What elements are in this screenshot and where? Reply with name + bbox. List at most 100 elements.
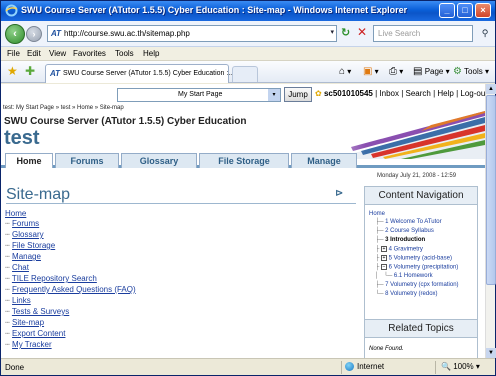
- sitemap-link[interactable]: TILE Repository Search: [12, 274, 97, 283]
- content-nav-label: 6 Volumetry (precipitation): [389, 265, 459, 271]
- content-nav-label: 1 Welcome To ATutor: [385, 219, 441, 225]
- list-item: ┄ File Storage: [5, 241, 55, 250]
- print-icon[interactable]: ⎙ ▾: [389, 66, 403, 77]
- content-nav-item[interactable]: ├─ 7 Volumetry (cpx formation): [375, 282, 459, 288]
- content-nav-label: 6.1 Homework: [394, 273, 433, 279]
- list-item: ┄ My Tracker: [5, 340, 52, 349]
- date-display: Monday July 21, 2008 - 12:59: [377, 173, 456, 179]
- zoom-level: 100%: [453, 362, 473, 371]
- tab-manage[interactable]: Manage: [291, 153, 357, 168]
- content-nav-item[interactable]: ├─ 2 Course Syllabus: [375, 228, 434, 234]
- tools-menu-button[interactable]: ⚙ Tools ▾: [453, 66, 489, 77]
- globe-icon: [345, 362, 354, 371]
- address-bar[interactable]: AT http://course.swu.ac.th/sitemap.php ▾: [47, 25, 337, 42]
- home-icon[interactable]: ⌂ ▾: [339, 66, 351, 77]
- forward-button[interactable]: ›: [26, 26, 42, 42]
- jump-select[interactable]: My Start Page ▾: [117, 88, 281, 102]
- search-go-icon[interactable]: ⚲: [477, 25, 493, 42]
- list-item: ┄ Chat: [5, 263, 29, 272]
- jump-select-value: My Start Page: [178, 91, 222, 98]
- zone-label: Internet: [357, 362, 384, 371]
- sitemap-link[interactable]: Links: [12, 296, 31, 305]
- sitemap-home-link[interactable]: Home: [5, 209, 26, 218]
- scroll-thumb[interactable]: [486, 95, 496, 285]
- back-button[interactable]: ‹: [5, 24, 25, 44]
- title-bar: SWU Course Server (ATutor 1.5.5) Cyber E…: [1, 1, 495, 21]
- tab-forums[interactable]: Forums: [55, 153, 119, 168]
- list-item: ┄ Links: [5, 296, 31, 305]
- menu-view[interactable]: View: [49, 49, 66, 58]
- related-topics-panel: Related Topics None Found.: [364, 319, 478, 358]
- content-nav-label: 8 Volumetry (redox): [385, 291, 437, 297]
- page-menu-button[interactable]: ▤ Page ▾: [413, 66, 450, 77]
- address-dropdown-icon[interactable]: ▾: [330, 28, 334, 36]
- content-nav-item[interactable]: ├ + 4 Gravimetry: [375, 246, 423, 253]
- sitemap-link[interactable]: Chat: [12, 263, 29, 272]
- atutor-favicon-icon: AT: [51, 29, 61, 38]
- scroll-up-icon[interactable]: ▲: [486, 84, 496, 94]
- stop-icon[interactable]: ✕: [357, 25, 367, 39]
- list-item: ┄ Frequently Asked Questions (FAQ): [5, 285, 136, 294]
- sitemap-link[interactable]: File Storage: [12, 241, 55, 250]
- feeds-icon[interactable]: ▣ ▾: [363, 66, 379, 77]
- tab-glossary[interactable]: Glossary: [121, 153, 197, 168]
- content-nav-item[interactable]: ├ + 5 Volumetry (acid-base): [375, 255, 452, 262]
- menu-edit[interactable]: Edit: [27, 49, 41, 58]
- page-menu-label: Page: [425, 67, 444, 76]
- menu-tools[interactable]: Tools: [115, 49, 134, 58]
- window-title: SWU Course Server (ATutor 1.5.5) Cyber E…: [21, 5, 407, 15]
- maximize-button[interactable]: □: [457, 3, 473, 18]
- username[interactable]: sc501010545: [324, 89, 373, 98]
- sitemap-link[interactable]: Export Content: [12, 329, 65, 338]
- search-input[interactable]: Live Search: [373, 25, 473, 42]
- toggle-sidebar-icon[interactable]: ⊳: [335, 188, 343, 199]
- content-nav-item[interactable]: ├─ 1 Welcome To ATutor: [375, 219, 442, 225]
- tab-file-storage[interactable]: File Storage: [199, 153, 289, 168]
- tools-menu-label: Tools: [464, 67, 483, 76]
- address-toolbar: ‹ › AT http://course.swu.ac.th/sitemap.p…: [1, 21, 495, 47]
- content-nav-item[interactable]: │ └─ 6.1 Homework: [375, 273, 433, 279]
- menu-file[interactable]: File: [7, 49, 20, 58]
- jump-button[interactable]: Jump: [284, 87, 312, 102]
- browser-tab-active[interactable]: AT SWU Course Server (ATutor 1.5.5) Cybe…: [45, 64, 229, 83]
- zoom-control[interactable]: 🔍 100% ▾: [441, 362, 480, 371]
- expand-icon[interactable]: +: [381, 255, 387, 261]
- tab-home[interactable]: Home: [5, 153, 53, 168]
- header-links[interactable]: | Inbox | Search | Help | Log-out: [375, 89, 485, 98]
- vertical-scrollbar[interactable]: ▲ ▼: [485, 84, 495, 358]
- content-nav-item-current: ├─ 3 Introduction: [375, 237, 425, 243]
- sitemap-link[interactable]: My Tracker: [12, 340, 52, 349]
- add-favorite-icon[interactable]: ✚: [25, 64, 35, 78]
- sitemap-link[interactable]: Frequently Asked Questions (FAQ): [12, 285, 136, 294]
- search-placeholder: Live Search: [378, 29, 420, 38]
- expand-icon[interactable]: +: [381, 246, 387, 252]
- sitemap-link[interactable]: Manage: [12, 252, 41, 261]
- page-title: Site-map: [6, 186, 70, 204]
- favorites-star-icon[interactable]: ★: [7, 64, 18, 78]
- security-zone: Internet: [345, 362, 384, 371]
- content-nav-label: 7 Volumetry (cpx formation): [385, 282, 458, 288]
- breadcrumb[interactable]: test: My Start Page » test » Home » Site…: [3, 105, 124, 111]
- collapse-icon[interactable]: −: [381, 264, 387, 270]
- content-nav-item[interactable]: └─ 8 Volumetry (redox): [375, 291, 438, 297]
- sitemap-link[interactable]: Tests & Surveys: [12, 307, 69, 316]
- user-star-icon: ✿: [315, 89, 322, 98]
- sitemap-link[interactable]: Glossary: [12, 230, 44, 239]
- refresh-icon[interactable]: ↻: [341, 26, 350, 39]
- list-item: ┄ Export Content: [5, 329, 65, 338]
- close-button[interactable]: ×: [475, 3, 491, 18]
- scroll-down-icon[interactable]: ▼: [486, 348, 496, 358]
- minimize-button[interactable]: _: [439, 3, 455, 18]
- title-underline: [6, 203, 356, 204]
- address-url[interactable]: http://course.swu.ac.th/sitemap.php: [64, 29, 190, 38]
- menu-favorites[interactable]: Favorites: [73, 49, 106, 58]
- new-tab-button[interactable]: [232, 66, 258, 82]
- content-nav-home-link[interactable]: Home: [369, 211, 385, 217]
- content-nav-item[interactable]: ├ − 6 Volumetry (precipitation): [375, 264, 458, 271]
- menu-help[interactable]: Help: [143, 49, 159, 58]
- sitemap-link[interactable]: Site-map: [12, 318, 44, 327]
- sitemap-link[interactable]: Forums: [12, 219, 39, 228]
- content-nav-label: 3 Introduction: [385, 237, 425, 243]
- content-nav-label: 2 Course Syllabus: [385, 228, 434, 234]
- jump-dropdown-icon: ▾: [268, 89, 280, 101]
